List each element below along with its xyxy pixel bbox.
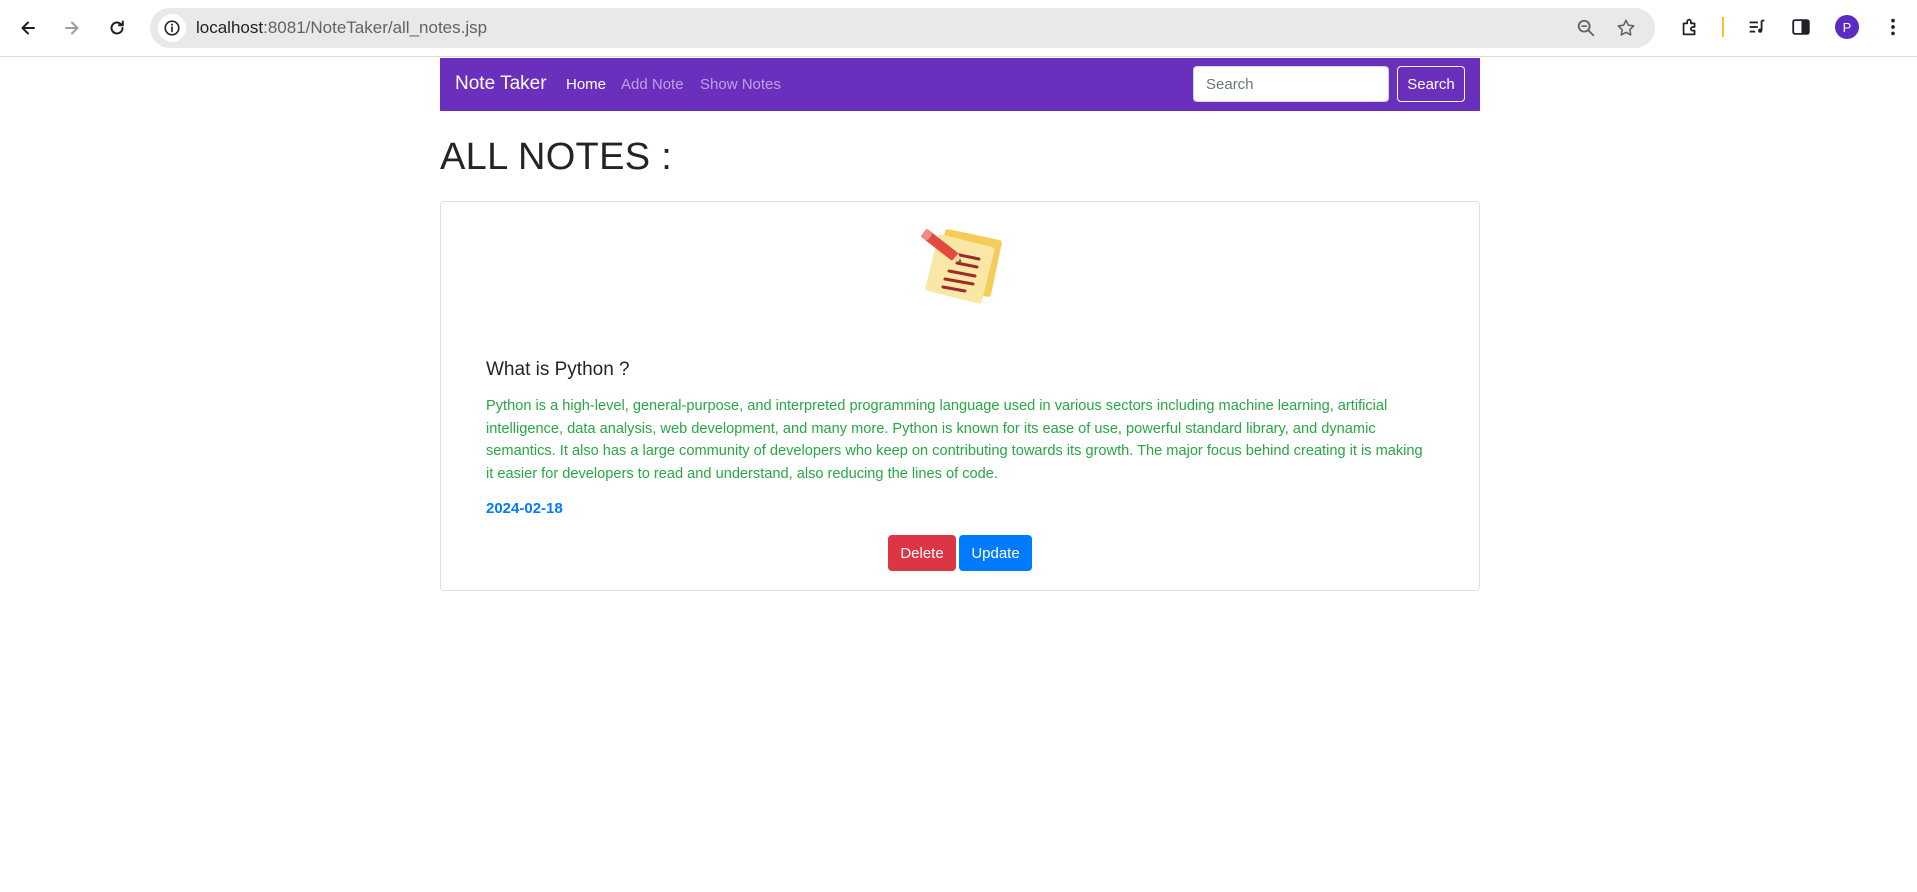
url-text: localhost:8081/NoteTaker/all_notes.jsp xyxy=(196,18,488,37)
note-date: 2024-02-18 xyxy=(486,500,563,517)
nav-link-add-note[interactable]: Add Note xyxy=(621,76,684,93)
site-info-icon[interactable] xyxy=(158,14,186,42)
update-button[interactable]: Update xyxy=(959,535,1032,571)
delete-button[interactable]: Delete xyxy=(888,535,956,571)
navbar-brand[interactable]: Note Taker xyxy=(455,73,547,95)
forward-button[interactable] xyxy=(56,12,88,44)
profile-avatar[interactable]: P xyxy=(1835,15,1859,39)
browser-toolbar: localhost:8081/NoteTaker/all_notes.jsp P xyxy=(0,0,1917,57)
reload-icon xyxy=(110,20,124,35)
more-menu-icon[interactable] xyxy=(1880,14,1906,40)
address-bar[interactable]: localhost:8081/NoteTaker/all_notes.jsp xyxy=(150,8,1655,48)
search-button[interactable]: Search xyxy=(1397,66,1465,102)
note-content: Python is a high-level, general-purpose,… xyxy=(486,398,1423,482)
page-title: ALL NOTES : xyxy=(440,136,673,178)
side-panel-icon[interactable] xyxy=(1788,14,1814,40)
search-input[interactable] xyxy=(1193,66,1389,102)
note-card: What is Python ? Python is a high-level,… xyxy=(440,201,1480,591)
extensions-puzzle-icon[interactable] xyxy=(1677,14,1703,40)
arrow-right-icon xyxy=(65,21,79,35)
nav-link-home[interactable]: Home xyxy=(566,76,606,93)
arrow-left-icon xyxy=(21,21,35,35)
zoom-icon[interactable] xyxy=(1575,17,1597,39)
back-button[interactable] xyxy=(12,12,44,44)
bookmark-star-icon[interactable] xyxy=(1615,17,1637,39)
sticky-note-pencil-icon xyxy=(921,229,1002,304)
app-navbar: Note Taker Home Add Note Show Notes Sear… xyxy=(440,58,1480,111)
media-queue-icon[interactable] xyxy=(1744,14,1770,40)
note-title: What is Python ? xyxy=(486,359,630,380)
nav-link-show-notes[interactable]: Show Notes xyxy=(700,76,781,93)
reload-button[interactable] xyxy=(101,12,133,44)
toolbar-separator xyxy=(1722,17,1724,37)
